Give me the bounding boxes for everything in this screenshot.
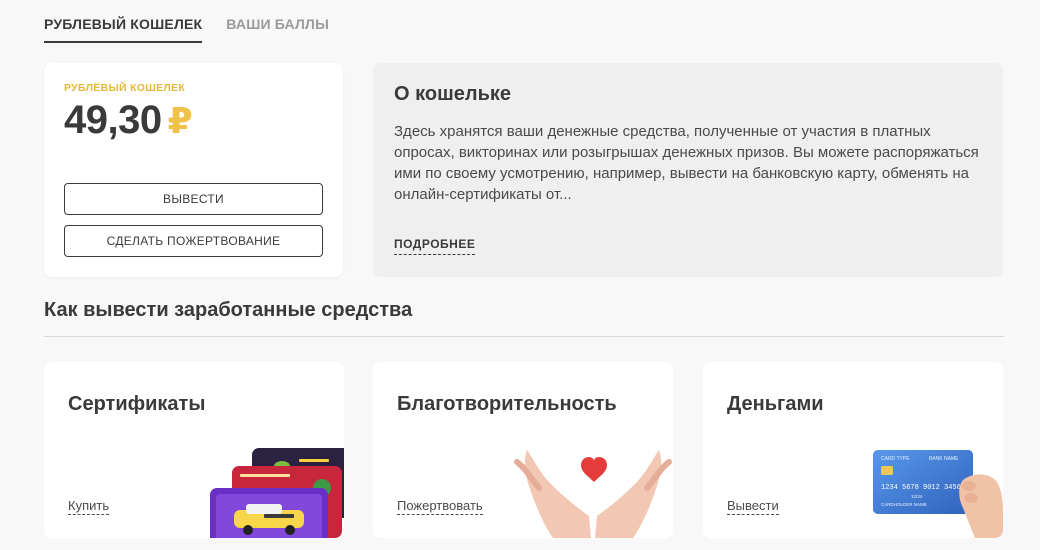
wallet-balance: 49,30 ₽ xyxy=(64,98,193,143)
withdraw-link[interactable]: Вывести xyxy=(727,498,779,515)
money-card[interactable]: Деньгами CARD TYPE BANK NAME 1234 5678 9… xyxy=(703,362,1003,538)
wallet-page: РУБЛЕВЫЙ КОШЕЛЕК ВАШИ БАЛЛЫ РУБЛЁВЫЙ КОШ… xyxy=(0,0,1040,550)
ruble-icon: ₽ xyxy=(167,100,193,141)
gift-cards-illustration xyxy=(210,448,344,538)
certificates-title: Сертификаты xyxy=(68,393,206,415)
tab-ruble-wallet[interactable]: РУБЛЕВЫЙ КОШЕЛЕК xyxy=(44,16,203,43)
card-bank-label: BANK NAME xyxy=(929,456,959,462)
about-wallet-card: О кошельке Здесь хранятся ваши денежные … xyxy=(373,63,1003,277)
about-title: О кошельке xyxy=(394,83,512,105)
balance-value: 49,30 xyxy=(64,98,162,142)
wallet-balance-card: РУБЛЁВЫЙ КОШЕЛЕК 49,30 ₽ ВЫВЕСТИ СДЕЛАТЬ… xyxy=(44,63,343,277)
card-number: 1234 5678 9012 3456 xyxy=(881,484,961,492)
card-holder: CARDHOLDER NAME xyxy=(881,502,927,507)
bank-card-illustration: CARD TYPE BANK NAME 1234 5678 9012 3456 … xyxy=(873,450,1003,538)
withdraw-button[interactable]: ВЫВЕСТИ xyxy=(64,183,323,215)
charity-card[interactable]: Благотворительность Пожертвовать xyxy=(373,362,673,538)
certificates-card[interactable]: Сертификаты Купить xyxy=(44,362,344,538)
wallet-tabs: РУБЛЕВЫЙ КОШЕЛЕК ВАШИ БАЛЛЫ xyxy=(44,16,329,43)
hands-heart-illustration xyxy=(513,432,673,538)
buy-link[interactable]: Купить xyxy=(68,498,110,515)
about-text: Здесь хранятся ваши денежные средства, п… xyxy=(394,123,979,203)
card-expiry: 12/34 xyxy=(911,494,923,499)
more-link[interactable]: ПОДРОБНЕЕ xyxy=(394,237,476,255)
card-type-label: CARD TYPE xyxy=(881,456,910,462)
charity-title: Благотворительность xyxy=(397,393,617,415)
section-divider xyxy=(44,336,1004,337)
money-title: Деньгами xyxy=(727,393,824,415)
tab-points[interactable]: ВАШИ БАЛЛЫ xyxy=(226,16,329,43)
donate-link[interactable]: Пожертвовать xyxy=(397,498,483,515)
wallet-label: РУБЛЁВЫЙ КОШЕЛЕК xyxy=(64,82,186,94)
section-title: Как вывести заработанные средства xyxy=(44,299,413,321)
donate-button[interactable]: СДЕЛАТЬ ПОЖЕРТВОВАНИЕ xyxy=(64,225,323,257)
